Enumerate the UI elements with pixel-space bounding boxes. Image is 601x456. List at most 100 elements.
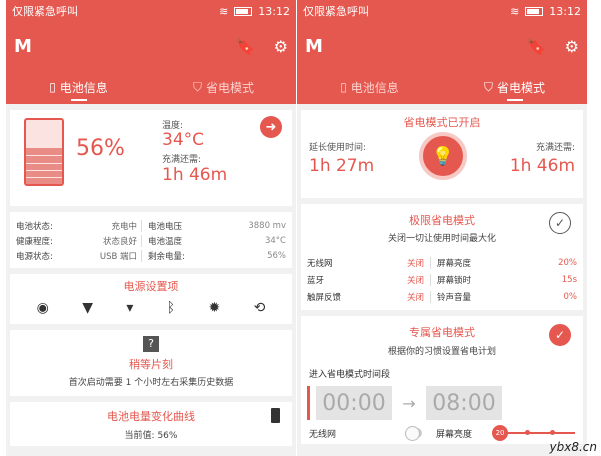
brightness-label: 屏幕亮度 <box>436 429 473 440</box>
charge-time-label: 充满还需: <box>162 155 202 165</box>
extend-label: 延长使用时间: <box>309 143 367 153</box>
setting-row: 无线网 关闭 屏幕亮度 20% <box>307 254 577 271</box>
info-value: 状态良好 <box>72 234 142 247</box>
tab-bar: ▯ 电池信息 ⛉ 省电模式 <box>297 70 587 104</box>
period-label: 进入省电模式时间段 <box>309 370 391 380</box>
rotate-icon[interactable]: ⟲ <box>254 300 266 316</box>
tab-label: 省电模式 <box>497 80 546 95</box>
brightness-icon[interactable]: ✹ <box>208 300 220 316</box>
signal-icon[interactable]: ▾ <box>126 300 133 316</box>
carrier-text: 仅限紧急呼叫 <box>303 5 369 18</box>
temperature-value: 34°C <box>162 130 205 150</box>
battery-status-icon <box>525 6 544 16</box>
check-icon[interactable]: ✓ <box>549 212 571 234</box>
custom-mode-title: 专属省电模式 <box>409 326 475 339</box>
curve-title: 电池电量变化曲线 <box>107 410 195 423</box>
wifi-icon: ≋ <box>219 4 229 18</box>
tab-power-save[interactable]: ⛉ 省电模式 <box>151 70 296 104</box>
lightbulb-icon[interactable]: 💡 <box>419 132 467 180</box>
battery-status-icon <box>234 6 253 16</box>
charge-time-value: 1h 46m <box>162 165 228 185</box>
custom-mode-subtitle: 根据你的习惯设置省电计划 <box>387 347 496 357</box>
battery-gauge-line <box>26 162 62 164</box>
info-row: 电池状态: 充电中 电池电压 3880 mv <box>16 218 286 233</box>
start-time[interactable]: 00:00 <box>316 386 392 420</box>
info-value: 充电中 <box>72 219 142 232</box>
wait-subtitle: 首次启动需要 1 个小时左右采集历史数据 <box>68 378 234 388</box>
slider-knob[interactable]: 20 <box>492 425 509 441</box>
info-key: 健康程度: <box>16 236 53 247</box>
bookmark-icon[interactable]: 🔖 <box>236 37 256 56</box>
extreme-mode-title: 极限省电模式 <box>409 214 475 227</box>
bookmark-icon[interactable]: 🔖 <box>527 37 547 56</box>
setting-key: 无线网 <box>307 258 333 269</box>
app-logo: M <box>14 35 32 57</box>
check-icon[interactable]: ✓ <box>549 324 571 346</box>
tab-battery-info[interactable]: ▯ 电池信息 <box>6 70 151 104</box>
app-bar: M 🔖 ⚙ <box>297 22 587 70</box>
extend-value: 1h 27m <box>309 156 375 176</box>
power-save-header: 省电模式已开启 <box>403 116 481 129</box>
info-value: 3880 mv <box>248 220 286 231</box>
power-settings-title: 电源设置项 <box>123 280 179 293</box>
tab-battery-info[interactable]: ▯ 电池信息 <box>297 70 442 104</box>
tab-power-save[interactable]: ⛉ 省电模式 <box>442 70 587 104</box>
charge-time-label: 充满还需: <box>535 143 575 153</box>
custom-mode-card[interactable]: 专属省电模式 根据你的习惯设置省电计划 ✓ 进入省电模式时间段 00:00 → … <box>301 316 583 444</box>
setting-value: 关闭 <box>383 290 431 303</box>
info-value: 34°C <box>264 235 286 246</box>
battery-gauge-line <box>26 155 62 157</box>
wait-title: 稍等片刻 <box>129 358 173 371</box>
extreme-mode-subtitle: 关闭一切让使用时间最大化 <box>387 234 496 244</box>
battery-gauge <box>24 118 64 186</box>
info-key: 电池温度 <box>148 236 183 247</box>
status-bar: 仅限紧急呼叫 ≋ 13:12 <box>6 0 296 22</box>
info-key: 剩余电量: <box>148 251 185 262</box>
info-key: 电池电压 <box>148 221 183 232</box>
battery-gauge-line <box>26 176 62 178</box>
setting-key: 触屏反馈 <box>307 292 342 303</box>
tab-label: 电池信息 <box>350 80 399 95</box>
shield-icon: ⛉ <box>192 79 202 94</box>
battery-summary-card: 56% 温度: 34°C 充满还需: 1h 46m ➜ <box>10 110 292 206</box>
extreme-mode-card[interactable]: 极限省电模式 关闭一切让使用时间最大化 ✓ 无线网 关闭 屏幕亮度 20% 蓝牙 关闭屏… <box>301 204 583 310</box>
battery-icon: ▯ <box>49 80 56 94</box>
setting-key: 铃声音量 <box>437 292 472 303</box>
tab-bar: ▯ 电池信息 ⛉ 省电模式 <box>6 70 296 104</box>
battery-charging-icon <box>271 408 280 423</box>
setting-value: 20% <box>558 257 577 268</box>
bluetooth-icon[interactable]: ᛒ <box>167 300 175 316</box>
battery-gauge-fill <box>26 148 62 184</box>
wait-card: ? 稍等片刻 首次启动需要 1 个小时左右采集历史数据 <box>10 330 292 396</box>
power-save-screen: 仅限紧急呼叫 ≋ 13:12 M 🔖 ⚙ ▯ 电池信息 ⛉ 省电模式 省电模式已开启 延… <box>297 0 587 456</box>
info-row: 健康程度: 状态良好 电池温度 34°C <box>16 233 286 248</box>
battery-info-screen: 仅限紧急呼叫 ≋ 13:12 M 🔖 ⚙ ▯ 电池信息 ⛉ 省电模式 56% 温度: 3… <box>6 0 296 456</box>
gear-icon[interactable]: ⚙ <box>274 37 288 56</box>
info-value: USB 端口 <box>72 249 142 262</box>
brightness-slider[interactable]: 20 <box>492 425 575 441</box>
wifi-label: 无线网 <box>309 429 337 440</box>
power-settings-card: 电源设置项 ◉ ▼ ▾ ᛒ ✹ ⟲ <box>10 274 292 324</box>
info-key: 电池状态: <box>16 221 53 232</box>
info-key: 电源状态: <box>16 251 53 262</box>
clock: 13:12 <box>258 4 290 18</box>
shield-icon: ⛉ <box>483 79 493 94</box>
eye-icon[interactable]: ◉ <box>37 300 49 316</box>
setting-row: 蓝牙 关闭 屏幕锁时 15s <box>307 271 577 288</box>
question-icon: ? <box>143 336 159 352</box>
end-time[interactable]: 08:00 <box>426 386 502 420</box>
battery-details: 电池状态: 充电中 电池电压 3880 mv 健康程度: 状态良好 电池温度 34°C 电源… <box>10 212 292 268</box>
clock: 13:12 <box>549 4 581 18</box>
app-bar: M 🔖 ⚙ <box>6 22 296 70</box>
wifi-toggle[interactable] <box>405 426 423 441</box>
wifi-toggle-icon[interactable]: ▼ <box>82 300 93 316</box>
gear-icon[interactable]: ⚙ <box>565 37 579 56</box>
info-row: 电源状态: USB 端口 剩余电量: 56% <box>16 248 286 263</box>
setting-key: 蓝牙 <box>307 275 325 286</box>
setting-value: 关闭 <box>383 256 431 269</box>
arrow-right-icon[interactable]: ➜ <box>260 116 282 138</box>
setting-key: 屏幕亮度 <box>437 258 472 269</box>
battery-icon: ▯ <box>340 80 347 94</box>
slider-dot <box>525 430 531 435</box>
slider-dot <box>550 430 556 435</box>
